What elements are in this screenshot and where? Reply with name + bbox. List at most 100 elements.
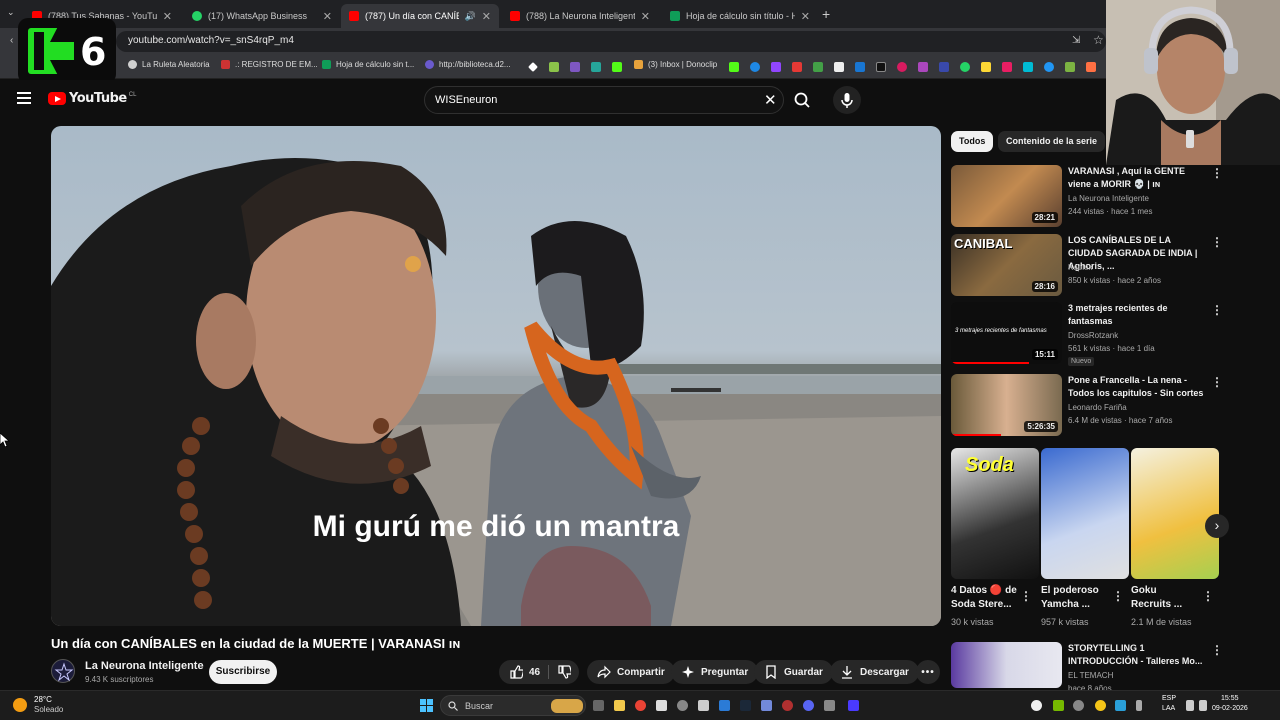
bookmark-item[interactable]: La Ruleta Aleatoria [128, 60, 210, 69]
bookmark-dark-icon[interactable] [876, 62, 886, 72]
bookmark-red-icon[interactable] [792, 62, 802, 72]
chip-series-content[interactable]: Contenido de la serie [998, 131, 1106, 152]
thumbs-down-icon[interactable] [557, 665, 572, 679]
keyboard-layout[interactable]: LAA [1162, 705, 1175, 712]
video-thumbnail[interactable]: CANIBAL 28:16 [951, 234, 1062, 296]
chat-icon[interactable] [803, 700, 814, 711]
short-title[interactable]: El poderoso Yamcha ... [1041, 584, 1109, 612]
bookmark-feather-icon[interactable] [750, 62, 760, 72]
bookmark-pink-icon[interactable] [897, 62, 907, 72]
rec-video-title[interactable]: STORYTELLING 1 INTRODUCCIÓN - Talleres M… [1068, 642, 1208, 668]
bookmark-lime-icon[interactable] [1065, 62, 1075, 72]
tab-close-icon[interactable]: ✕ [323, 10, 332, 23]
taskbar-search[interactable]: Buscar [440, 695, 586, 716]
tab-search-chevron-icon[interactable]: ⌄ [7, 7, 15, 18]
bookmark-grid-icon[interactable] [591, 62, 601, 72]
share-button[interactable]: Compartir [587, 660, 675, 684]
browser-tab-active[interactable]: (787) Un día con CANÍBALE 🔊 ✕ [341, 4, 499, 28]
bookmark-green-icon[interactable] [813, 62, 823, 72]
more-vertical-icon[interactable]: ⋮ [1112, 589, 1124, 603]
speaker-icon[interactable]: 🔊 [465, 11, 476, 22]
bookmark-orange-icon[interactable] [1086, 62, 1096, 72]
bookmark-purple-icon[interactable] [918, 62, 928, 72]
chip-all[interactable]: Todos [951, 131, 994, 152]
search-button[interactable] [784, 86, 820, 114]
browser-tab[interactable]: (17) WhatsApp Business ✕ [184, 4, 340, 28]
tray-app-icon[interactable] [1073, 700, 1084, 711]
discord-icon[interactable] [761, 700, 772, 711]
shorts-next-button[interactable]: › [1205, 514, 1229, 538]
subscribe-button[interactable]: Suscribirse [209, 660, 277, 684]
clock-date[interactable]: 09-02-2026 [1212, 705, 1248, 712]
clear-search-icon[interactable]: ✕ [764, 91, 777, 109]
menu-icon[interactable] [17, 92, 31, 104]
search-input[interactable]: WISEneuron ✕ [424, 86, 784, 114]
tab-close-icon[interactable]: ✕ [163, 10, 172, 23]
rec-channel[interactable]: La Neurona Inteligente [1068, 194, 1149, 203]
sun-icon[interactable] [13, 698, 27, 712]
rec-channel[interactable]: Kapiéx [1068, 263, 1092, 272]
more-vertical-icon[interactable]: ⋮ [1211, 303, 1223, 317]
tab-close-icon[interactable]: ✕ [641, 10, 650, 23]
settings-icon[interactable] [677, 700, 688, 711]
tray-app-icon[interactable] [1031, 700, 1042, 711]
rec-channel[interactable]: Leonardo Fariña [1068, 403, 1127, 412]
bookmark-item[interactable]: (3) Inbox | Donoclip [634, 60, 717, 69]
short-thumbnail[interactable] [1131, 448, 1219, 579]
chrome-icon[interactable] [635, 700, 646, 711]
steam-icon[interactable] [740, 700, 751, 711]
rec-channel[interactable]: DrossRotzank [1068, 331, 1118, 340]
install-app-icon[interactable]: ⇲ [1072, 35, 1080, 46]
windows-start-icon[interactable] [420, 699, 433, 712]
channel-name[interactable]: La Neurona Inteligente [85, 660, 204, 672]
back-arrow-icon[interactable]: ‹ [10, 35, 13, 46]
youtube-logo[interactable]: YouTube CL [48, 91, 136, 106]
more-vertical-icon[interactable]: ⋮ [1211, 643, 1223, 657]
nvidia-icon[interactable] [1053, 700, 1064, 711]
bookmark-blue-icon[interactable] [855, 62, 865, 72]
obs-icon[interactable] [782, 700, 793, 711]
tab-close-icon[interactable]: ✕ [482, 10, 491, 23]
more-vertical-icon[interactable]: ⋮ [1211, 375, 1223, 389]
bookmark-star-icon[interactable]: ☆ [1093, 33, 1104, 47]
browser-tab[interactable]: Hoja de cálculo sin título - Hoja ✕ [662, 4, 818, 28]
save-button[interactable]: Guardar [754, 660, 833, 684]
bookmark-item[interactable]: .: REGISTRO DE EM... [221, 60, 318, 69]
bookmark-kick-icon[interactable] [612, 62, 622, 72]
bookmark-rose-icon[interactable] [1002, 62, 1012, 72]
tab-close-icon[interactable]: ✕ [801, 10, 810, 23]
more-vertical-icon[interactable]: ⋮ [1211, 235, 1223, 249]
short-thumbnail[interactable]: Soda [951, 448, 1039, 579]
bookmark-twitch-icon[interactable] [570, 62, 580, 72]
more-vertical-icon[interactable]: ⋮ [1202, 589, 1214, 603]
bookmark-doc-icon[interactable] [834, 62, 844, 72]
video-player[interactable]: Mi gurú me dió un mantra [51, 126, 941, 626]
video-thumbnail[interactable]: 3 metrajes recientes de fantasmas 15:11 [951, 302, 1062, 364]
more-actions-button[interactable]: ••• [916, 660, 940, 684]
bookmark-item[interactable]: Hoja de cálculo sin t... [322, 60, 414, 69]
bookmark-diamond-icon[interactable] [528, 62, 538, 72]
channel-avatar[interactable] [51, 659, 75, 683]
bookmark-leaf-icon[interactable] [549, 62, 559, 72]
video-thumbnail[interactable]: 5:26:35 [951, 374, 1062, 436]
browser-tab[interactable]: (788) La Neurona Inteligente - Y ✕ [502, 4, 658, 28]
bookmark-indigo-icon[interactable] [939, 62, 949, 72]
video-thumbnail[interactable]: 28:21 [951, 165, 1062, 227]
short-thumbnail[interactable] [1041, 448, 1129, 579]
weather-condition[interactable]: Soleado [34, 705, 63, 714]
network-icon[interactable] [1186, 700, 1194, 711]
bookmark-yellow-icon[interactable] [981, 62, 991, 72]
bookmark-cyan-icon[interactable] [1023, 62, 1033, 72]
edge-icon[interactable] [719, 700, 730, 711]
tray-app-icon[interactable] [1115, 700, 1126, 711]
rec-video-title[interactable]: Pone a Francella - La nena - Todos los c… [1068, 374, 1208, 400]
rec-video-title[interactable]: VARANASI , Aquí la GENTE viene a MORIR 💀… [1068, 165, 1208, 191]
thumbs-up-icon[interactable] [509, 665, 523, 679]
app-f-icon[interactable] [848, 700, 859, 711]
ask-button[interactable]: Preguntar [671, 660, 759, 684]
new-tab-button[interactable]: + [822, 6, 830, 22]
volume-icon[interactable] [1199, 700, 1207, 711]
address-bar[interactable]: youtube.com/watch?v=_snS4rqP_m4 [116, 31, 1106, 52]
bookmark-item[interactable]: http://biblioteca.d2... [425, 60, 511, 69]
bookmark-twitch2-icon[interactable] [771, 62, 781, 72]
